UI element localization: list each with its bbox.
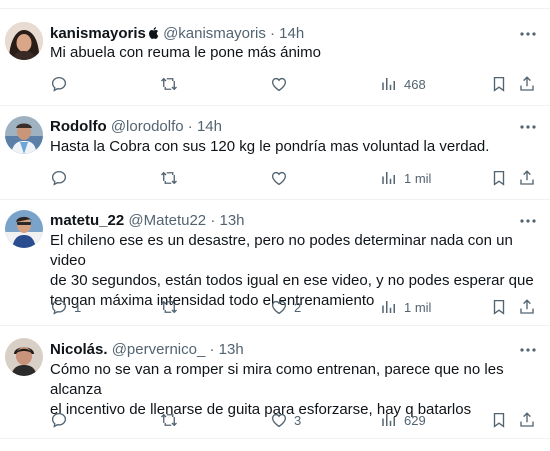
bookmark-icon <box>493 412 505 428</box>
tweet-text-line: El chileno ese es un desastre, pero no p… <box>50 232 513 269</box>
tweet-header: matetu_22 @Matetu22 · 13h <box>50 212 245 230</box>
bookmark-button[interactable] <box>490 410 508 430</box>
avatar[interactable] <box>5 116 43 154</box>
view-count: 629 <box>404 412 426 428</box>
views-button[interactable]: 629 <box>380 410 426 430</box>
share-icon <box>520 412 534 427</box>
like-button[interactable] <box>270 168 294 188</box>
bookmark-button[interactable] <box>490 297 508 317</box>
like-button[interactable]: 3 <box>270 410 301 430</box>
timestamp[interactable]: 14h <box>197 118 222 135</box>
views-button[interactable]: 468 <box>380 74 426 94</box>
avatar[interactable] <box>5 210 43 248</box>
share-button[interactable] <box>518 410 536 430</box>
more-icon[interactable] <box>518 25 538 43</box>
reply-count: 1 <box>74 299 82 315</box>
retweet-button[interactable] <box>160 74 178 94</box>
retweet-icon <box>161 300 177 314</box>
bookmark-button[interactable] <box>490 168 508 188</box>
bookmark-button[interactable] <box>490 74 508 94</box>
tweet-text-line: de 30 segundos, están todos igual en ese… <box>50 272 534 289</box>
like-count: 3 <box>294 412 302 428</box>
display-name[interactable]: kanismayoris <box>50 25 146 42</box>
like-count: 2 <box>294 299 302 315</box>
reply-button[interactable] <box>50 74 74 94</box>
bookmark-icon <box>493 299 505 315</box>
tweet[interactable]: kanismayoris @kanismayoris · 14h Mi abue… <box>0 8 550 106</box>
view-count: 1 mil <box>404 299 432 315</box>
share-button[interactable] <box>518 297 536 317</box>
share-icon <box>520 170 534 185</box>
bookmark-icon <box>493 170 505 186</box>
views-button[interactable]: 1 mil <box>380 297 431 317</box>
share-button[interactable] <box>518 74 536 94</box>
view-count: 1 mil <box>404 170 432 186</box>
views-chart-icon <box>382 172 395 184</box>
more-icon[interactable] <box>518 212 538 230</box>
retweet-icon <box>161 171 177 185</box>
bookmark-icon <box>493 76 505 92</box>
tweet[interactable]: Rodolfo @lorodolfo · 14h Hasta la Cobra … <box>0 106 550 200</box>
share-button[interactable] <box>518 168 536 188</box>
display-name[interactable]: Rodolfo <box>50 118 107 135</box>
user-handle[interactable]: @pervernico_ <box>112 341 206 358</box>
tweet-actions: 1 mil <box>50 168 550 188</box>
retweet-button[interactable] <box>160 168 178 188</box>
retweet-button[interactable] <box>160 297 178 317</box>
tweet-header: kanismayoris @kanismayoris · 14h <box>50 25 304 43</box>
like-button[interactable]: 2 <box>270 297 301 317</box>
reply-icon <box>51 76 67 92</box>
separator-dot: · <box>187 118 193 135</box>
retweet-icon <box>161 77 177 91</box>
view-count: 468 <box>404 76 426 92</box>
reply-button[interactable] <box>50 168 74 188</box>
like-button[interactable] <box>270 74 294 94</box>
reply-icon <box>51 170 67 186</box>
tweet-header: Rodolfo @lorodolfo · 14h <box>50 118 222 136</box>
timestamp[interactable]: 13h <box>220 212 245 229</box>
separator-dot: · <box>270 25 275 42</box>
tweet-text-line: Cómo no se van a romper si mira como ent… <box>50 361 504 398</box>
heart-icon <box>271 171 287 186</box>
avatar[interactable] <box>5 338 43 376</box>
tweet-text: Mi abuela con reuma le pone más ánimo <box>50 43 538 63</box>
tweet-actions: 3 629 <box>50 410 550 430</box>
tweet-text-line: Hasta la Cobra con sus 120 kg le pondría… <box>50 138 490 155</box>
tweet-text: Hasta la Cobra con sus 120 kg le pondría… <box>50 137 538 157</box>
reply-icon <box>51 299 67 315</box>
timestamp[interactable]: 13h <box>219 341 244 358</box>
views-chart-icon <box>382 414 395 426</box>
heart-icon <box>271 300 287 315</box>
apple-icon <box>148 27 159 39</box>
views-button[interactable]: 1 mil <box>380 168 431 188</box>
user-handle[interactable]: @kanismayoris <box>163 25 266 42</box>
tweet-header: Nicolás. @pervernico_ · 13h <box>50 341 244 359</box>
retweet-icon <box>161 413 177 427</box>
timestamp[interactable]: 14h <box>279 25 304 42</box>
share-icon <box>520 76 534 91</box>
display-name[interactable]: matetu_22 <box>50 212 124 229</box>
views-chart-icon <box>382 78 395 90</box>
display-name[interactable]: Nicolás. <box>50 341 108 358</box>
separator-dot: · <box>209 341 215 358</box>
tweet[interactable]: Nicolás. @pervernico_ · 13h Cómo no se v… <box>0 326 550 439</box>
tweet[interactable]: matetu_22 @Matetu22 · 13h El chileno ese… <box>0 200 550 326</box>
reply-button[interactable] <box>50 410 74 430</box>
separator-dot: · <box>210 212 216 229</box>
reply-button[interactable]: 1 <box>50 297 81 317</box>
user-handle[interactable]: @lorodolfo <box>111 118 184 135</box>
tweet-actions: 1 2 1 mil <box>50 297 550 317</box>
tweet-actions: 468 <box>50 74 550 94</box>
user-handle[interactable]: @Matetu22 <box>128 212 206 229</box>
reply-icon <box>51 412 67 428</box>
more-icon[interactable] <box>518 118 538 136</box>
views-chart-icon <box>382 301 395 313</box>
tweet-text-line: Mi abuela con reuma le pone más ánimo <box>50 44 321 61</box>
more-icon[interactable] <box>518 341 538 359</box>
heart-icon <box>271 77 287 92</box>
heart-icon <box>271 413 287 428</box>
share-icon <box>520 299 534 314</box>
avatar[interactable] <box>5 22 43 60</box>
retweet-button[interactable] <box>160 410 178 430</box>
